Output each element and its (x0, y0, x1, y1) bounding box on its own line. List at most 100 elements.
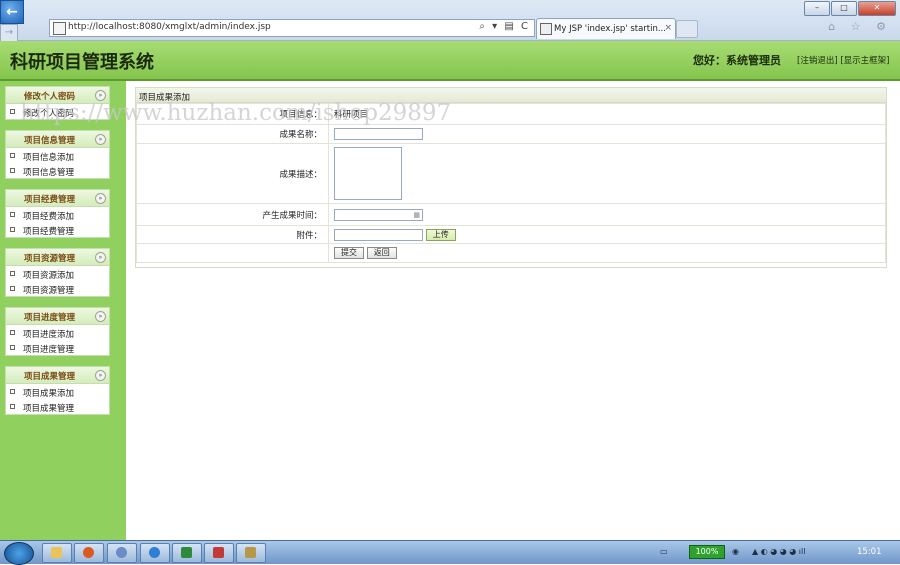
bullet-icon (10, 212, 15, 217)
collapse-icon[interactable]: » (95, 134, 106, 145)
sidebar-group-header[interactable]: 项目资源管理 » (6, 249, 109, 266)
form-row-actions: 提交 返回 (136, 243, 886, 263)
sidebar-item-label: 项目经费管理 (23, 227, 75, 237)
project-label: 项目信息： (136, 103, 329, 125)
form-row-name: 成果名称： (136, 124, 886, 144)
sidebar-group-results: 项目成果管理 » 项目成果添加 项目成果管理 (5, 366, 110, 415)
submit-button[interactable]: 提交 (334, 247, 364, 259)
app-title: 科研项目管理系统 (10, 52, 154, 73)
panel-header: 项目成果添加 (136, 88, 886, 103)
sidebar-group-password: 修改个人密码 » 修改个人密码 (5, 86, 110, 120)
network-icon[interactable]: ◉ (732, 547, 739, 556)
address-tools[interactable]: ⌕ ▾ ▤ C (479, 21, 530, 32)
attachment-label: 附件： (136, 225, 329, 244)
tray-icons[interactable]: ▲ ◐ ◕ ◕ ◕ ıll (752, 547, 805, 556)
attachment-input[interactable] (334, 228, 423, 241)
close-window-button[interactable]: ✕ (858, 1, 896, 16)
form-row-attach: 附件： 上传 (136, 225, 886, 244)
bullet-icon (10, 153, 15, 158)
logout-link[interactable]: [注销退出] (797, 56, 838, 66)
calendar-icon[interactable]: ▦ (413, 211, 420, 219)
sidebar-item-label: 项目成果管理 (23, 404, 75, 414)
bullet-icon (10, 286, 15, 291)
taskbar-tool-icon[interactable] (204, 543, 234, 563)
bullet-icon (10, 345, 15, 350)
taskbar-explorer-icon[interactable] (42, 543, 72, 563)
result-desc-textarea[interactable] (334, 147, 402, 200)
form-row-project: 项目信息： 科研项目 (136, 103, 886, 125)
form-panel: 项目成果添加 项目信息： 科研项目 成果名称： 成果描述： 产生成果时间： ▦ … (135, 87, 887, 268)
maximize-button[interactable]: □ (831, 1, 857, 16)
taskbar: ▭ 100% ◉ ▲ ◐ ◕ ◕ ◕ ıll 15:01 (0, 540, 900, 565)
upload-button[interactable]: 上传 (425, 228, 456, 241)
result-add-form: 项目信息： 科研项目 成果名称： 成果描述： 产生成果时间： ▦ 附件： 上传 … (136, 103, 886, 263)
sidebar-item-label: 项目信息管理 (23, 168, 75, 178)
sidebar-group-header[interactable]: 项目成果管理 » (6, 367, 109, 384)
show-main-frame-link[interactable]: [显示主框架] (840, 56, 889, 66)
sidebar-item-funding-manage[interactable]: 项目经费管理 (6, 222, 109, 237)
sidebar-item-funding-add[interactable]: 项目经费添加 (6, 207, 109, 222)
back-arrow-icon[interactable]: ← (0, 0, 24, 24)
sidebar-group-header[interactable]: 修改个人密码 » (6, 87, 109, 104)
sidebar-item-project-info-add[interactable]: 项目信息添加 (6, 148, 109, 163)
home-favorites-settings-icons[interactable]: ⌂ ☆ ⚙ (828, 20, 892, 33)
sidebar-group-title: 修改个人密码 (23, 92, 75, 102)
bullet-icon (10, 168, 15, 173)
taskbar-ie-icon[interactable] (140, 543, 170, 563)
sidebar-item-progress-manage[interactable]: 项目进度管理 (6, 340, 109, 355)
user-greeting: 您好：系统管理员 (693, 54, 781, 67)
back-button[interactable]: 返回 (366, 247, 397, 259)
new-tab-button[interactable] (676, 20, 698, 38)
taskbar-folder-icon[interactable] (236, 543, 266, 563)
taskbar-excel-icon[interactable] (172, 543, 202, 563)
collapse-icon[interactable]: » (95, 311, 106, 322)
sidebar-group-header[interactable]: 项目信息管理 » (6, 131, 109, 148)
forward-arrow-icon[interactable]: → (0, 24, 18, 42)
sidebar-group-header[interactable]: 项目经费管理 » (6, 190, 109, 207)
sidebar-item-label: 修改个人密码 (23, 109, 75, 119)
actions-spacer (136, 243, 329, 263)
form-row-time: 产生成果时间： ▦ (136, 203, 886, 226)
sidebar-item-label: 项目资源添加 (23, 271, 75, 281)
bullet-icon (10, 227, 15, 232)
collapse-icon[interactable]: » (95, 370, 106, 381)
tab-close-icon[interactable]: × (664, 23, 672, 33)
project-select[interactable]: 科研项目 (334, 110, 368, 120)
taskbar-app-icon[interactable] (107, 543, 137, 563)
result-name-input[interactable] (334, 128, 423, 140)
bullet-icon (10, 389, 15, 394)
battery-indicator[interactable]: 100% (689, 545, 725, 559)
sidebar-item-results-add[interactable]: 项目成果添加 (6, 384, 109, 399)
result-time-input[interactable]: ▦ (334, 208, 423, 221)
result-time-label: 产生成果时间： (136, 203, 329, 226)
sidebar-item-progress-add[interactable]: 项目进度添加 (6, 325, 109, 340)
show-desktop-icon[interactable]: ▭ (660, 547, 668, 556)
sidebar-group-title: 项目资源管理 (23, 254, 75, 264)
attachment-cell: 上传 (328, 225, 886, 244)
sidebar-item-project-info-manage[interactable]: 项目信息管理 (6, 163, 109, 178)
sidebar-item-results-manage[interactable]: 项目成果管理 (6, 399, 109, 414)
collapse-icon[interactable]: » (95, 252, 106, 263)
window-controls: – □ ✕ (804, 1, 896, 16)
sidebar-group-title: 项目信息管理 (23, 136, 75, 146)
sidebar-item-label: 项目信息添加 (23, 153, 75, 163)
actions-cell: 提交 返回 (328, 243, 886, 263)
start-button-icon[interactable] (4, 542, 34, 565)
tab-title: My JSP 'index.jsp' startin... (554, 24, 666, 34)
collapse-icon[interactable]: » (95, 193, 106, 204)
minimize-button[interactable]: – (804, 1, 830, 16)
result-name-label: 成果名称： (136, 124, 329, 144)
address-url[interactable]: http://localhost:8080/xmglxt/admin/index… (68, 22, 271, 32)
browser-chrome: – □ ✕ ← → http://localhost:8080/xmglxt/a… (0, 0, 900, 42)
collapse-icon[interactable]: » (95, 90, 106, 101)
browser-tab[interactable]: My JSP 'index.jsp' startin... × (536, 18, 676, 39)
sidebar-group-header[interactable]: 项目进度管理 » (6, 308, 109, 325)
taskbar-firefox-icon[interactable] (74, 543, 104, 563)
bullet-icon (10, 109, 15, 114)
sidebar-item-resources-manage[interactable]: 项目资源管理 (6, 281, 109, 296)
app-header: 科研项目管理系统 您好：系统管理员 [注销退出] [显示主框架] (0, 41, 900, 81)
clock[interactable]: 15:01 (857, 547, 882, 557)
sidebar-item-resources-add[interactable]: 项目资源添加 (6, 266, 109, 281)
address-bar[interactable]: http://localhost:8080/xmglxt/admin/index… (49, 19, 535, 37)
sidebar-item-change-password[interactable]: 修改个人密码 (6, 104, 109, 119)
